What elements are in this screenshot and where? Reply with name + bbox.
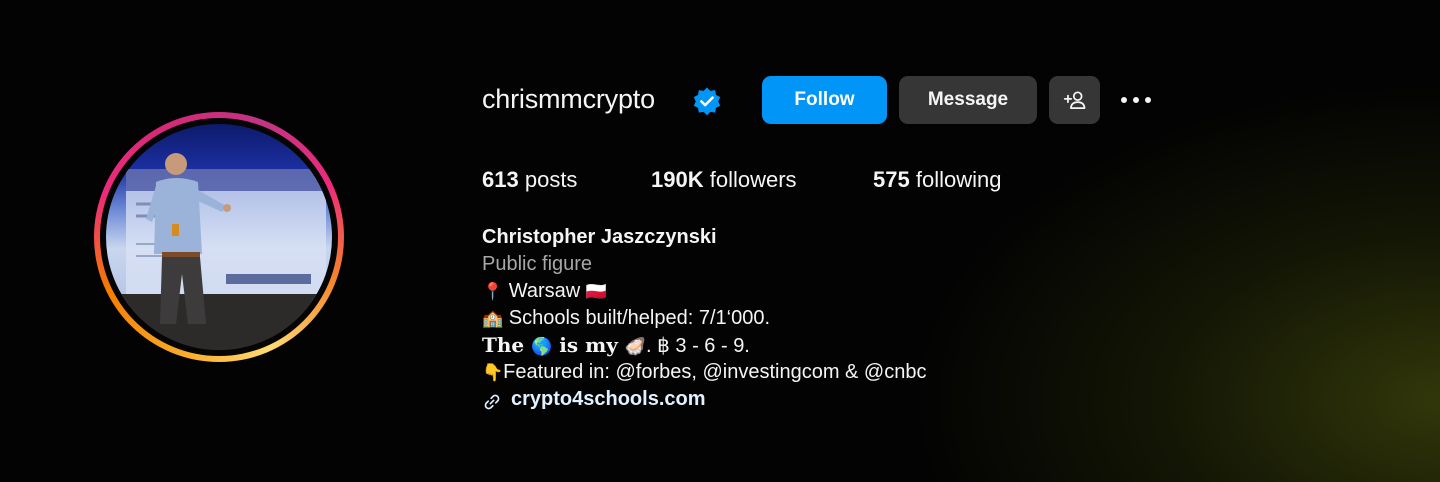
following-count: 575 [873,167,910,192]
posts-label: posts [524,167,578,192]
bio-line-schools: 🏫 Schools built/helped: 7/1‘000. [482,305,926,332]
bio-line-featured: 👇Featured in: @forbes, @investingcom & @… [482,359,926,386]
bio-text-the: The [482,333,532,357]
following-label: following [915,167,1002,192]
avatar-photo [106,153,332,350]
bio-line-location: 📍 Warsaw 🇵🇱 [482,278,926,305]
avatar[interactable] [106,124,332,350]
story-ring[interactable] [94,112,344,362]
username[interactable]: chrismmcrypto [482,84,655,115]
bio-line-world: The 🌎 is my 🦪. ฿ 3 - 6 - 9. [482,332,926,359]
oyster-icon: 🦪 [624,337,646,357]
schools-text: Schools built/helped: 7/1‘000. [503,307,771,329]
pin-icon: 📍 [482,282,504,302]
profile-page: chrismmcrypto Follow Message 613 posts 1… [0,0,1440,482]
bio-link-row[interactable]: crypto4schools.com [482,386,926,413]
add-user-icon [1063,91,1085,109]
bio-text-numbers: . ฿ 3 - 6 - 9. [646,335,750,357]
followers-stat[interactable]: 190K followers [651,167,797,193]
followers-count: 190K [651,167,704,192]
category-label: Public figure [482,253,593,275]
posts-count: 613 [482,167,519,192]
bio-section: Christopher Jaszczynski Public figure 📍 … [482,224,926,413]
full-name: Christopher Jaszczynski [482,226,717,248]
school-icon: 🏫 [482,309,504,329]
pointing-down-icon: 👇 [482,363,504,383]
location-text: Warsaw [503,280,586,302]
follow-button[interactable]: Follow [762,76,887,124]
followers-label: followers [709,167,797,192]
globe-icon: 🌎 [531,337,553,357]
message-button[interactable]: Message [899,76,1037,124]
poland-flag-icon: 🇵🇱 [585,282,607,302]
posts-stat: 613 posts [482,167,577,193]
more-options-icon[interactable] [1116,88,1156,112]
link-text[interactable]: crypto4schools.com [511,386,706,413]
following-stat[interactable]: 575 following [873,167,1001,193]
external-link[interactable]: crypto4schools.com [482,386,706,413]
link-icon [484,394,500,409]
featured-text: Featured in: @forbes, @investingcom & @c… [503,361,927,383]
suggested-accounts-button[interactable] [1049,76,1100,124]
verified-badge-icon [693,87,721,116]
bio-text-is-my: is my [552,333,625,357]
